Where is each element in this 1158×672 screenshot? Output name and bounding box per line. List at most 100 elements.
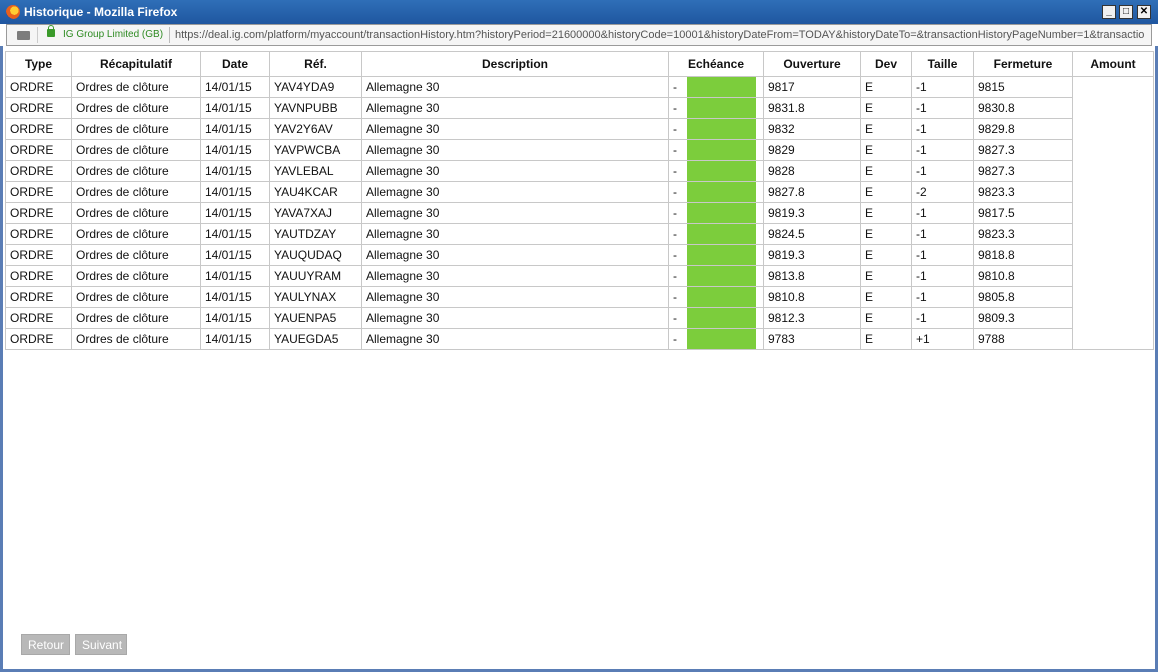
cell-echeance-bar xyxy=(686,286,764,308)
header-type: Type xyxy=(5,51,72,77)
header-dev: Dev xyxy=(860,51,912,77)
cell-taille: -1 xyxy=(911,118,974,140)
cell-taille: -1 xyxy=(911,307,974,329)
cell-description: Allemagne 30 xyxy=(361,160,446,182)
cell-ouverture: 9819.3 xyxy=(763,202,861,224)
cell-amount xyxy=(1072,97,1154,119)
cell-ouverture: 9828 xyxy=(763,160,861,182)
url-text[interactable]: https://deal.ig.com/platform/myaccount/t… xyxy=(175,29,1147,41)
cell-type: ORDRE xyxy=(5,286,72,308)
cell-description-blank xyxy=(445,265,669,287)
next-button[interactable]: Suivant xyxy=(75,634,127,655)
header-ref: Réf. xyxy=(269,51,362,77)
echeance-indicator xyxy=(686,266,756,286)
cell-echeance-dash: - xyxy=(668,244,687,266)
cell-type: ORDRE xyxy=(5,160,72,182)
cell-ref: YAVA7XAJ xyxy=(269,202,362,224)
cell-taille: -1 xyxy=(911,76,974,98)
cell-fermeture: 9815 xyxy=(973,76,1073,98)
cell-description-blank xyxy=(445,76,669,98)
echeance-indicator xyxy=(686,287,756,307)
cell-ouverture: 9783 xyxy=(763,328,861,350)
cell-description-blank xyxy=(445,307,669,329)
cell-taille: -1 xyxy=(911,160,974,182)
cell-description: Allemagne 30 xyxy=(361,181,446,203)
cell-fermeture: 9823.3 xyxy=(973,181,1073,203)
cell-echeance-dash: - xyxy=(668,265,687,287)
cell-description-blank xyxy=(445,118,669,140)
firefox-icon xyxy=(6,5,20,19)
maximize-button[interactable]: □ xyxy=(1119,5,1133,19)
cell-taille: -1 xyxy=(911,286,974,308)
cell-description-blank xyxy=(445,139,669,161)
cell-echeance-dash: - xyxy=(668,202,687,224)
cell-type: ORDRE xyxy=(5,307,72,329)
address-bar[interactable]: IG Group Limited (GB) https://deal.ig.co… xyxy=(6,24,1152,46)
cell-fermeture: 9810.8 xyxy=(973,265,1073,287)
table-row: ORDRE Ordres de clôture 14/01/15 YAUEGDA5 Al… xyxy=(5,328,1154,350)
cell-dev: E xyxy=(860,160,912,182)
cell-fermeture: 9809.3 xyxy=(973,307,1073,329)
cell-fermeture: 9788 xyxy=(973,328,1073,350)
cell-type: ORDRE xyxy=(5,244,72,266)
cell-echeance-bar xyxy=(686,181,764,203)
cell-amount xyxy=(1072,181,1154,203)
cell-type: ORDRE xyxy=(5,139,72,161)
cell-description: Allemagne 30 xyxy=(361,328,446,350)
header-amount: Amount xyxy=(1072,51,1154,77)
site-identity[interactable]: IG Group Limited (GB) xyxy=(63,29,163,40)
cell-description-blank xyxy=(445,202,669,224)
cell-amount xyxy=(1072,328,1154,350)
cell-amount xyxy=(1072,139,1154,161)
cell-dev: E xyxy=(860,118,912,140)
cell-date: 14/01/15 xyxy=(200,244,270,266)
table-row: ORDRE Ordres de clôture 14/01/15 YAVNPUBB Al… xyxy=(5,97,1154,119)
cell-fermeture: 9829.8 xyxy=(973,118,1073,140)
close-button[interactable]: ✕ xyxy=(1137,5,1151,19)
table-row: ORDRE Ordres de clôture 14/01/15 YAV4YDA9 Al… xyxy=(5,76,1154,98)
cell-recap: Ordres de clôture xyxy=(71,244,201,266)
cell-ref: YAVPWCBA xyxy=(269,139,362,161)
cell-echeance-bar xyxy=(686,160,764,182)
cell-ref: YAUEGDA5 xyxy=(269,328,362,350)
cell-fermeture: 9817.5 xyxy=(973,202,1073,224)
cell-description: Allemagne 30 xyxy=(361,202,446,224)
cell-amount xyxy=(1072,265,1154,287)
cell-description: Allemagne 30 xyxy=(361,286,446,308)
table-row: ORDRE Ordres de clôture 14/01/15 YAV2Y6AV Al… xyxy=(5,118,1154,140)
cell-dev: E xyxy=(860,181,912,203)
header-fermeture: Fermeture xyxy=(973,51,1073,77)
cell-description-blank xyxy=(445,286,669,308)
cell-description: Allemagne 30 xyxy=(361,265,446,287)
cell-recap: Ordres de clôture xyxy=(71,139,201,161)
table-row: ORDRE Ordres de clôture 14/01/15 YAUTDZAY Al… xyxy=(5,223,1154,245)
cell-type: ORDRE xyxy=(5,181,72,203)
cell-ref: YAUQUDAQ xyxy=(269,244,362,266)
cell-type: ORDRE xyxy=(5,97,72,119)
cell-ref: YAVLEBAL xyxy=(269,160,362,182)
cell-description: Allemagne 30 xyxy=(361,118,446,140)
echeance-indicator xyxy=(686,140,756,160)
cell-echeance-bar xyxy=(686,307,764,329)
minimize-button[interactable]: _ xyxy=(1102,5,1116,19)
cell-echeance-dash: - xyxy=(668,328,687,350)
table-row: ORDRE Ordres de clôture 14/01/15 YAULYNAX Al… xyxy=(5,286,1154,308)
cell-amount xyxy=(1072,76,1154,98)
back-button[interactable]: Retour xyxy=(21,634,70,655)
cell-echeance-bar xyxy=(686,328,764,350)
cell-taille: -1 xyxy=(911,97,974,119)
cell-ouverture: 9817 xyxy=(763,76,861,98)
cell-ref: YAV2Y6AV xyxy=(269,118,362,140)
cell-echeance-bar xyxy=(686,76,764,98)
cell-ouverture: 9832 xyxy=(763,118,861,140)
cell-date: 14/01/15 xyxy=(200,181,270,203)
cell-date: 14/01/15 xyxy=(200,223,270,245)
cell-description-blank xyxy=(445,244,669,266)
page-icon[interactable] xyxy=(11,27,38,43)
cell-taille: -1 xyxy=(911,202,974,224)
header-description: Description xyxy=(361,51,669,77)
cell-description-blank xyxy=(445,160,669,182)
table-row: ORDRE Ordres de clôture 14/01/15 YAVA7XAJ Al… xyxy=(5,202,1154,224)
cell-fermeture: 9818.8 xyxy=(973,244,1073,266)
cell-echeance-bar xyxy=(686,223,764,245)
